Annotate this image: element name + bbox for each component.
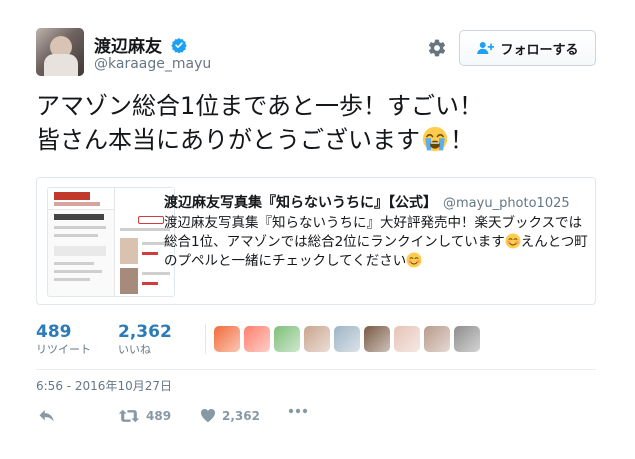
follow-button[interactable]: フォローする xyxy=(459,30,596,66)
display-name-row[interactable]: 渡辺麻友 xyxy=(94,32,187,57)
retweet-button[interactable]: 489 xyxy=(118,408,171,424)
user-handle[interactable]: @karaage_mayu xyxy=(94,56,211,72)
quoted-tweet-card[interactable]: 渡辺麻友写真集『知らないうちに』【公式】 @mayu_photo1025 渡辺麻友… xyxy=(36,177,596,305)
stats-divider xyxy=(205,324,206,354)
liker-3-avatar[interactable] xyxy=(274,326,300,352)
liker-9-avatar[interactable] xyxy=(454,326,480,352)
retweet-stat[interactable]: 489 リツイート xyxy=(36,322,91,358)
reply-button[interactable] xyxy=(38,408,56,424)
quoted-tweet-name: 渡辺麻友写真集『知らないうちに』【公式】 xyxy=(164,195,437,211)
tweet-text-line-2-end: ！ xyxy=(450,126,474,154)
gear-icon[interactable] xyxy=(427,38,447,58)
liker-5-avatar[interactable] xyxy=(334,326,360,352)
tweet-timestamp[interactable]: 6:56 - 2016年10月27日 xyxy=(36,377,172,394)
smiling-face-icon xyxy=(406,252,422,268)
tweet-text-line-1: アマゾン総合1位まであと一歩！すごい！ xyxy=(36,92,484,120)
liker-6-avatar[interactable] xyxy=(364,326,390,352)
liker-8-avatar[interactable] xyxy=(424,326,450,352)
user-avatar[interactable] xyxy=(36,28,84,76)
tweet-actions: 489 2,362 xyxy=(36,408,596,430)
tweet-header: 渡辺麻友 @karaage_mayu フォローする xyxy=(36,28,596,78)
quoted-tweet-handle: @mayu_photo1025 xyxy=(443,196,570,211)
liker-2-avatar[interactable] xyxy=(244,326,270,352)
tweet-text: アマゾン総合1位まであと一歩！すごい！ 皆さん本当にありがとうございます ！ xyxy=(36,89,606,157)
like-stat[interactable]: 2,362 いいね xyxy=(118,322,172,358)
more-button[interactable] xyxy=(288,408,308,414)
more-icon xyxy=(288,408,308,414)
add-user-icon xyxy=(477,42,495,54)
like-button[interactable]: 2,362 xyxy=(200,408,260,423)
like-count: 2,362 xyxy=(118,322,172,342)
retweet-count: 489 xyxy=(36,322,72,342)
loudly-crying-face-icon xyxy=(422,126,448,152)
follow-button-label: フォローする xyxy=(500,42,579,58)
tweet-text-line-2: 皆さん本当にありがとうございます ！ xyxy=(36,123,606,157)
reply-icon xyxy=(39,410,54,422)
quoted-tweet-thumbnail[interactable] xyxy=(47,187,175,297)
retweet-icon xyxy=(118,409,140,423)
tweet-text-line-2-main: 皆さん本当にありがとうございます xyxy=(36,126,420,154)
retweet-action-count: 489 xyxy=(146,409,172,423)
heart-icon xyxy=(200,409,216,423)
quoted-tweet-header[interactable]: 渡辺麻友写真集『知らないうちに』【公式】 @mayu_photo1025 xyxy=(164,192,570,212)
like-label: いいね xyxy=(118,343,151,356)
separator xyxy=(36,369,596,370)
like-action-count: 2,362 xyxy=(222,408,260,423)
retweet-label: リツイート xyxy=(36,343,91,356)
liker-1-avatar[interactable] xyxy=(214,326,240,352)
quoted-tweet-text: 渡辺麻友写真集『知らないうちに』大好評発売中！楽天ブックスでは総合1位、アマゾン… xyxy=(164,214,588,271)
liker-4-avatar[interactable] xyxy=(304,326,330,352)
smiling-face-icon xyxy=(505,233,521,249)
liker-7-avatar[interactable] xyxy=(394,326,420,352)
display-name[interactable]: 渡辺麻友 xyxy=(94,32,162,57)
tweet-stats: 489 リツイート 2,362 いいね xyxy=(36,322,596,362)
verified-badge-icon xyxy=(171,37,187,53)
